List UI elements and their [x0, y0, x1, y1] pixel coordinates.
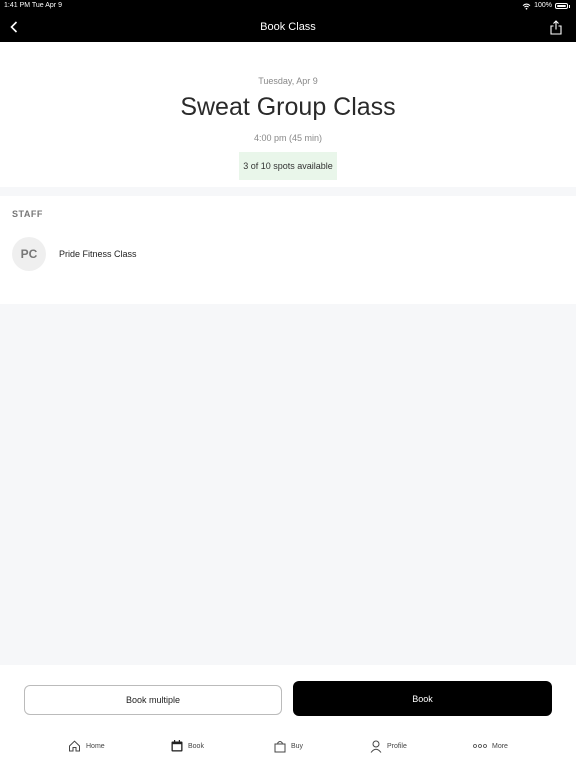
- tab-label: More: [492, 742, 508, 750]
- home-icon: [69, 740, 80, 752]
- nav-bar: Book Class: [0, 12, 576, 42]
- calendar-icon: [171, 740, 183, 752]
- status-bar: 1:41 PM Tue Apr 9 100%: [0, 0, 576, 12]
- tab-label: Book: [188, 742, 204, 750]
- spots-available-badge: 3 of 10 spots available: [239, 152, 337, 180]
- wifi-icon: [522, 3, 531, 10]
- tab-bar: Home Book Buy Profile More: [0, 735, 576, 757]
- tab-buy[interactable]: Buy: [274, 735, 303, 757]
- tab-profile[interactable]: Profile: [370, 735, 407, 757]
- book-button[interactable]: Book: [293, 681, 552, 716]
- class-time: 4:00 pm (45 min): [253, 133, 323, 143]
- page-title: Book Class: [260, 21, 316, 33]
- tab-book[interactable]: Book: [171, 735, 204, 757]
- bottom-area: Book multiple Book Home Book Buy Profile…: [0, 665, 576, 768]
- staff-name: Pride Fitness Class: [59, 249, 137, 259]
- tab-label: Home: [86, 742, 105, 750]
- person-icon: [370, 740, 382, 753]
- staff-header: STAFF: [12, 209, 43, 219]
- share-button[interactable]: [546, 17, 566, 37]
- tab-more[interactable]: More: [473, 735, 508, 757]
- staff-section: STAFF PC Pride Fitness Class: [0, 196, 576, 304]
- avatar: PC: [12, 237, 46, 271]
- book-multiple-button[interactable]: Book multiple: [24, 685, 282, 715]
- tab-label: Profile: [387, 742, 407, 750]
- share-icon: [550, 19, 562, 35]
- class-info-card: Tuesday, Apr 9 Sweat Group Class 4:00 pm…: [0, 42, 576, 187]
- class-title: Sweat Group Class: [180, 93, 396, 121]
- battery-icon: [555, 3, 568, 9]
- tab-home[interactable]: Home: [68, 735, 105, 757]
- shopping-bag-icon: [274, 740, 286, 752]
- class-date: Tuesday, Apr 9: [258, 76, 318, 86]
- battery-percent: 100%: [534, 2, 552, 9]
- tab-label: Buy: [291, 742, 304, 750]
- more-dots-icon: [473, 744, 487, 748]
- staff-row[interactable]: PC Pride Fitness Class: [12, 237, 137, 271]
- status-time: 1:41 PM Tue Apr 9: [4, 2, 62, 9]
